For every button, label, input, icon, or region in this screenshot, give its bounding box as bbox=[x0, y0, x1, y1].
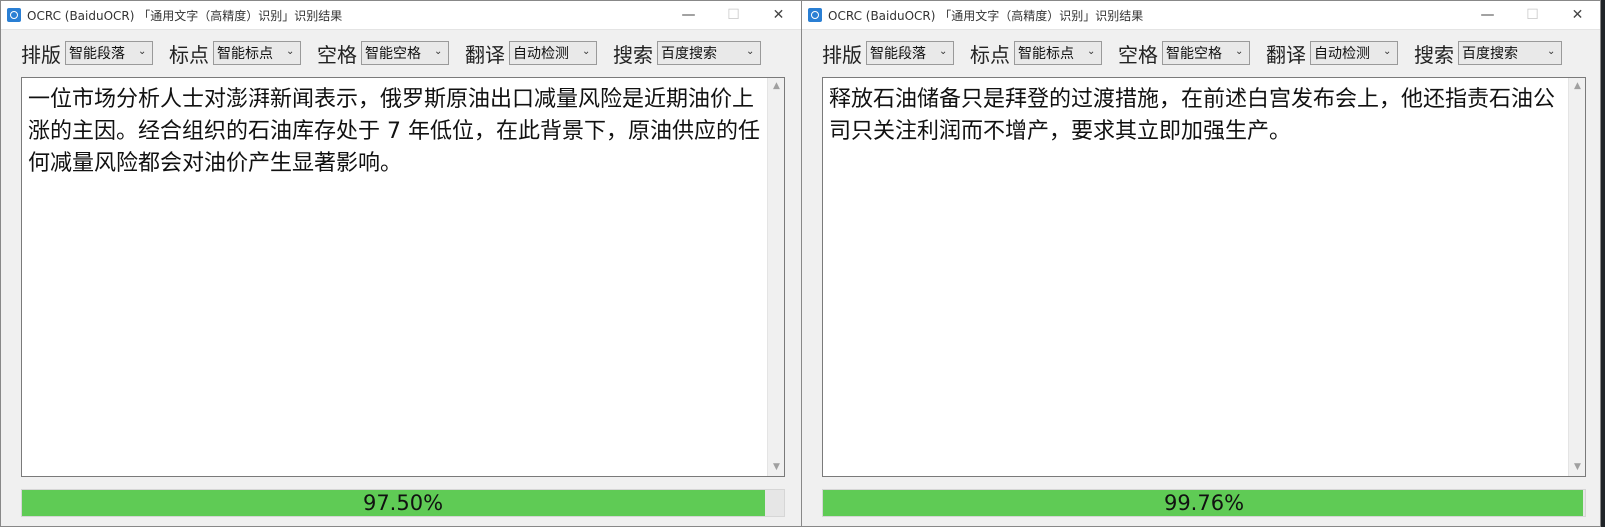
minimize-icon[interactable]: — bbox=[666, 1, 711, 29]
minimize-icon[interactable]: — bbox=[1465, 1, 1510, 29]
maximize-icon[interactable]: ☐ bbox=[1510, 1, 1555, 29]
search-label: 搜索 bbox=[1414, 42, 1454, 67]
search-group: 搜索 百度搜索 ⌄ bbox=[613, 39, 761, 68]
punctuation-label: 标点 bbox=[970, 42, 1010, 67]
toolbar: 排版 智能段落 ⌄ 标点 智能标点 ⌄ 空格 智能空格 ⌄ 翻译 自动检测 ⌄ … bbox=[802, 30, 1600, 76]
layout-label: 排版 bbox=[822, 42, 862, 67]
ocr-result-textarea[interactable]: 释放石油储备只是拜登的过渡措施，在前述白宫发布会上，他还指责石油公司只关注利润而… bbox=[822, 77, 1586, 477]
window-title: OCRC (BaiduOCR) 「通用文字（高精度）识别」识别结果 bbox=[828, 8, 1144, 23]
translate-label: 翻译 bbox=[465, 42, 505, 67]
scroll-down-icon[interactable]: ▼ bbox=[1569, 459, 1586, 476]
scroll-down-icon[interactable]: ▼ bbox=[768, 459, 785, 476]
vertical-scrollbar[interactable]: ▲ ▼ bbox=[1568, 78, 1585, 476]
ocr-result-text[interactable]: 释放石油储备只是拜登的过渡措施，在前述白宫发布会上，他还指责石油公司只关注利润而… bbox=[829, 84, 1565, 148]
punctuation-select[interactable]: 智能标点 ⌄ bbox=[1014, 41, 1102, 65]
window-controls: — ☐ ✕ bbox=[1465, 1, 1600, 29]
search-select[interactable]: 百度搜索 ⌄ bbox=[1458, 41, 1562, 65]
spacing-group: 空格 智能空格 ⌄ bbox=[1118, 39, 1250, 68]
punctuation-group: 标点 智能标点 ⌄ bbox=[169, 39, 301, 68]
layout-group: 排版 智能段落 ⌄ bbox=[822, 39, 954, 68]
window-controls: — ☐ ✕ bbox=[666, 1, 801, 29]
punctuation-label: 标点 bbox=[169, 42, 209, 67]
ocr-result-window-2: OCRC (BaiduOCR) 「通用文字（高精度）识别」识别结果 — ☐ ✕ … bbox=[801, 0, 1601, 527]
layout-label: 排版 bbox=[21, 42, 61, 67]
ocr-result-window-1: OCRC (BaiduOCR) 「通用文字（高精度）识别」识别结果 — ☐ ✕ … bbox=[0, 0, 802, 527]
scroll-up-icon[interactable]: ▲ bbox=[768, 78, 785, 95]
layout-group: 排版 智能段落 ⌄ bbox=[21, 39, 153, 68]
layout-select[interactable]: 智能段落 ⌄ bbox=[65, 41, 153, 65]
title-bar[interactable]: OCRC (BaiduOCR) 「通用文字（高精度）识别」识别结果 — ☐ ✕ bbox=[1, 1, 801, 30]
chevron-down-icon: ⌄ bbox=[1235, 46, 1244, 57]
app-icon bbox=[7, 8, 21, 22]
title-bar[interactable]: OCRC (BaiduOCR) 「通用文字（高精度）识别」识别结果 — ☐ ✕ bbox=[802, 1, 1600, 30]
translate-select[interactable]: 自动检测 ⌄ bbox=[509, 41, 597, 65]
translate-select[interactable]: 自动检测 ⌄ bbox=[1310, 41, 1398, 65]
chevron-down-icon: ⌄ bbox=[582, 46, 591, 57]
search-group: 搜索 百度搜索 ⌄ bbox=[1414, 39, 1562, 68]
maximize-icon[interactable]: ☐ bbox=[711, 1, 756, 29]
punctuation-group: 标点 智能标点 ⌄ bbox=[970, 39, 1102, 68]
chevron-down-icon: ⌄ bbox=[939, 46, 948, 57]
spacing-label: 空格 bbox=[317, 42, 357, 67]
layout-select[interactable]: 智能段落 ⌄ bbox=[866, 41, 954, 65]
confidence-bar: 99.76% bbox=[822, 489, 1586, 517]
chevron-down-icon: ⌄ bbox=[434, 46, 443, 57]
window-title: OCRC (BaiduOCR) 「通用文字（高精度）识别」识别结果 bbox=[27, 8, 343, 23]
spacing-label: 空格 bbox=[1118, 42, 1158, 67]
search-label: 搜索 bbox=[613, 42, 653, 67]
ocr-result-textarea[interactable]: 一位市场分析人士对澎湃新闻表示，俄罗斯原油出口减量风险是近期油价上涨的主因。经合… bbox=[21, 77, 785, 477]
confidence-bar: 97.50% bbox=[21, 489, 785, 517]
ocr-result-text[interactable]: 一位市场分析人士对澎湃新闻表示，俄罗斯原油出口减量风险是近期油价上涨的主因。经合… bbox=[28, 84, 764, 180]
translate-group: 翻译 自动检测 ⌄ bbox=[465, 39, 597, 68]
punctuation-select[interactable]: 智能标点 ⌄ bbox=[213, 41, 301, 65]
confidence-value: 99.76% bbox=[1163, 491, 1245, 515]
spacing-select[interactable]: 智能空格 ⌄ bbox=[1162, 41, 1250, 65]
desktop: OCRC (BaiduOCR) 「通用文字（高精度）识别」识别结果 — ☐ ✕ … bbox=[0, 0, 1605, 527]
chevron-down-icon: ⌄ bbox=[1087, 46, 1096, 57]
search-select[interactable]: 百度搜索 ⌄ bbox=[657, 41, 761, 65]
close-icon[interactable]: ✕ bbox=[1555, 1, 1600, 29]
confidence-value: 97.50% bbox=[362, 491, 444, 515]
app-icon bbox=[808, 8, 822, 22]
toolbar: 排版 智能段落 ⌄ 标点 智能标点 ⌄ 空格 智能空格 ⌄ 翻译 自动检测 ⌄ … bbox=[1, 30, 801, 76]
chevron-down-icon: ⌄ bbox=[746, 46, 755, 57]
close-icon[interactable]: ✕ bbox=[756, 1, 801, 29]
scroll-up-icon[interactable]: ▲ bbox=[1569, 78, 1586, 95]
translate-group: 翻译 自动检测 ⌄ bbox=[1266, 39, 1398, 68]
spacing-group: 空格 智能空格 ⌄ bbox=[317, 39, 449, 68]
chevron-down-icon: ⌄ bbox=[138, 46, 147, 57]
chevron-down-icon: ⌄ bbox=[1383, 46, 1392, 57]
chevron-down-icon: ⌄ bbox=[286, 46, 295, 57]
chevron-down-icon: ⌄ bbox=[1547, 46, 1556, 57]
spacing-select[interactable]: 智能空格 ⌄ bbox=[361, 41, 449, 65]
translate-label: 翻译 bbox=[1266, 42, 1306, 67]
vertical-scrollbar[interactable]: ▲ ▼ bbox=[767, 78, 784, 476]
